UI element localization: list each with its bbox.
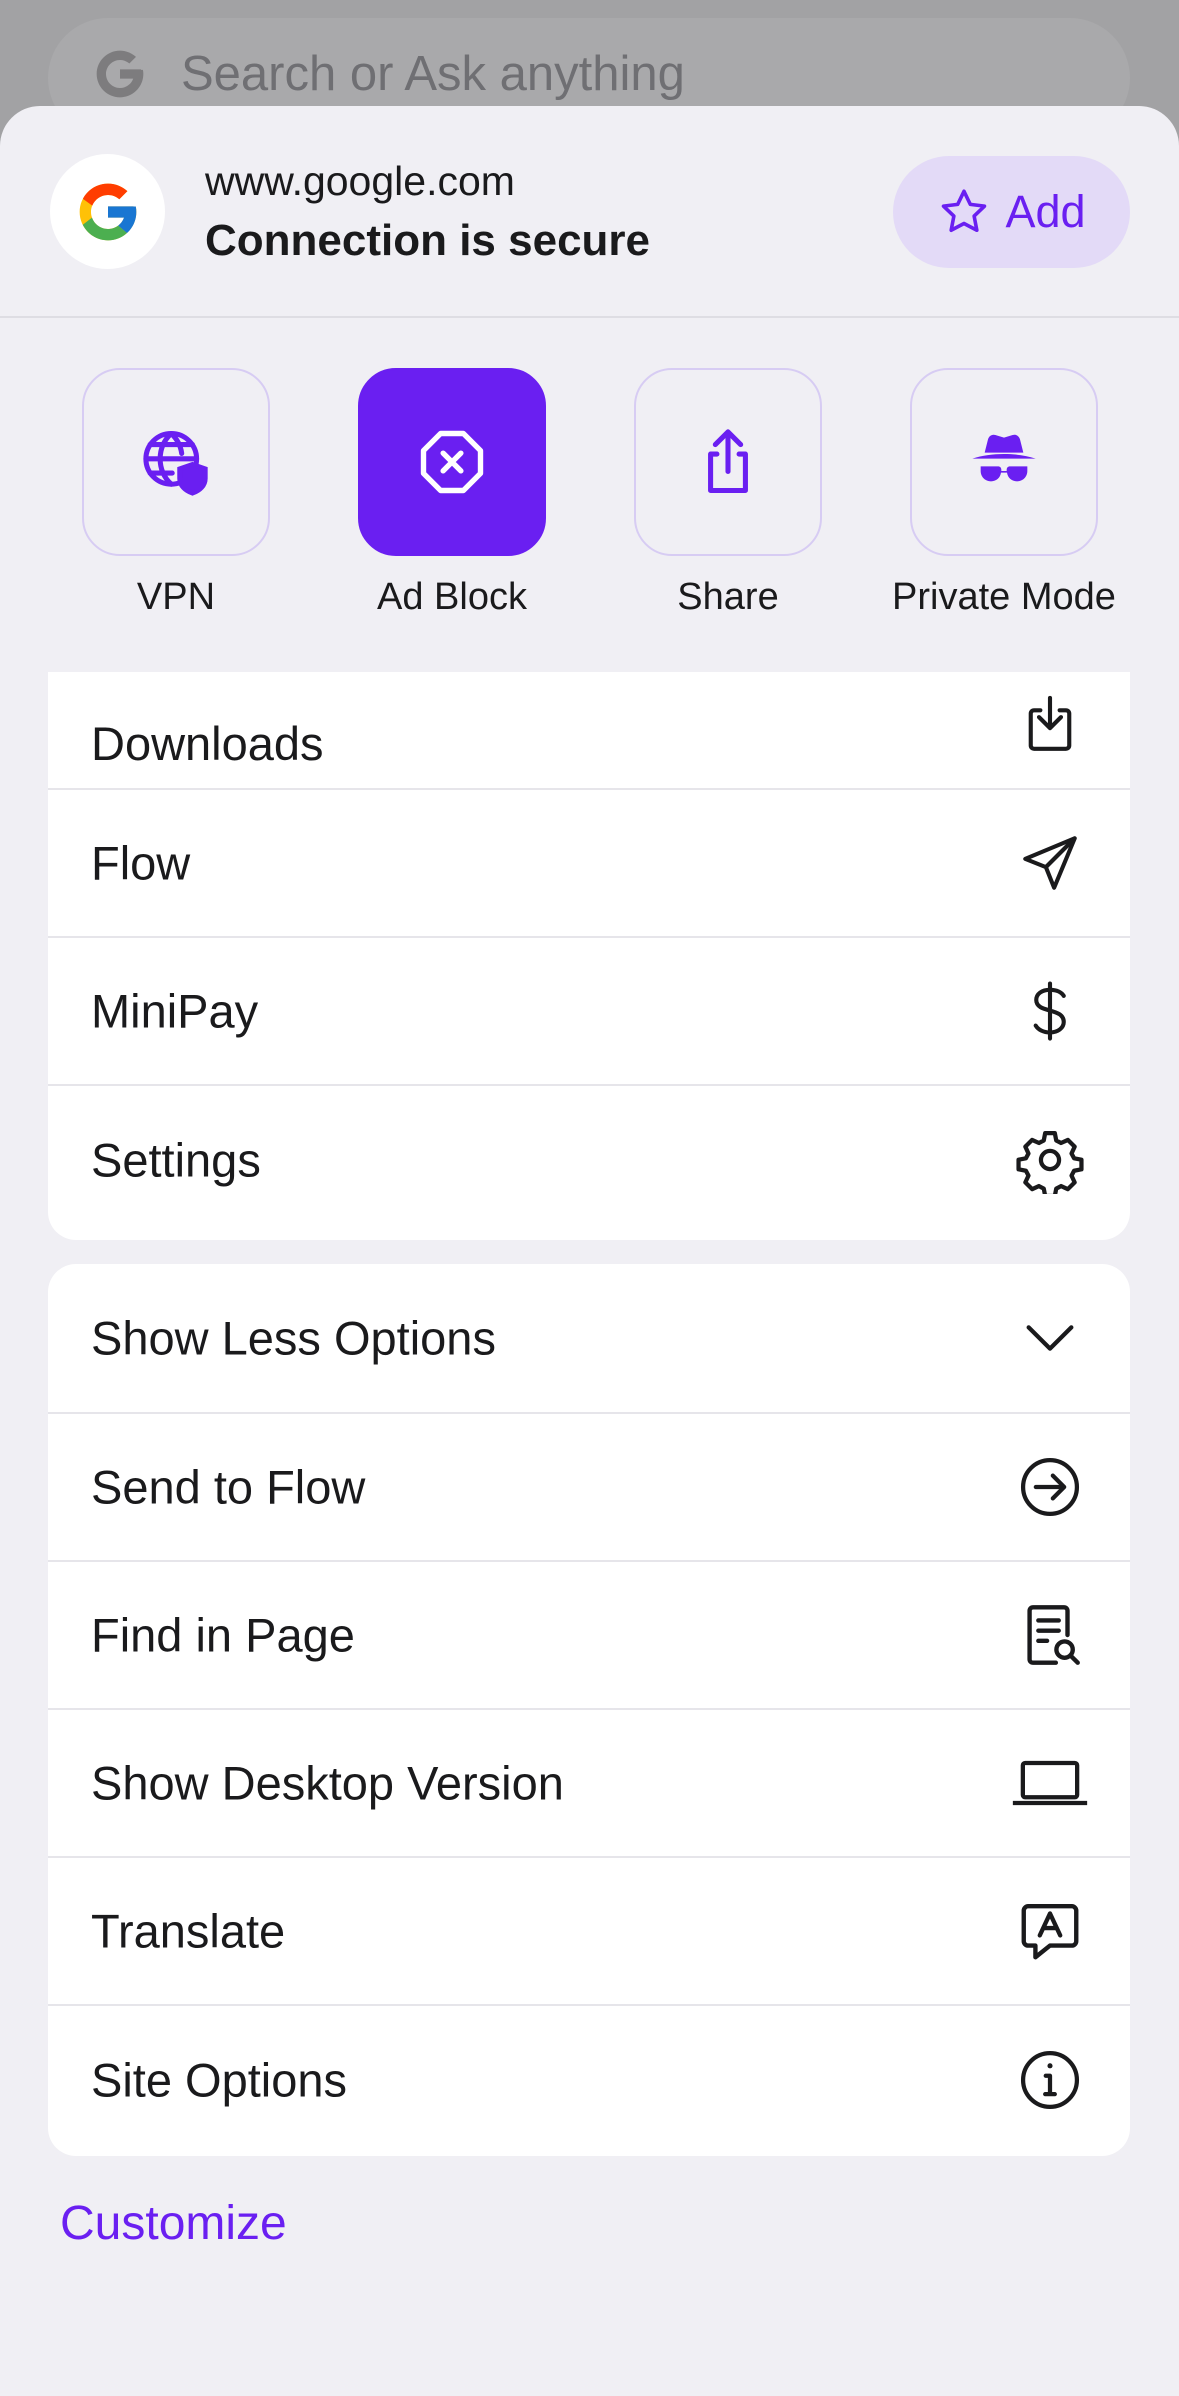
menu-item-label: Find in Page	[91, 1608, 355, 1662]
quick-action-label: Ad Block	[377, 576, 527, 618]
incognito-icon	[964, 422, 1044, 502]
menu-item-label: Show Less Options	[91, 1311, 496, 1365]
menu-list-primary: Downloads Flow MiniPay Settings	[48, 672, 1130, 1240]
search-placeholder: Search or Ask anything	[181, 47, 685, 101]
google-logo-icon	[92, 46, 148, 102]
site-url: www.google.com	[205, 158, 515, 204]
add-button-label: Add	[1005, 186, 1086, 237]
download-icon	[1010, 684, 1090, 764]
info-icon	[1010, 2040, 1090, 2120]
menu-item-label: Site Options	[91, 2053, 348, 2107]
google-logo-icon	[50, 154, 165, 269]
customize-link[interactable]: Customize	[60, 2196, 287, 2251]
site-menu-sheet: www.google.com Connection is secure Add …	[0, 106, 1179, 2396]
menu-item-label: Downloads	[91, 717, 324, 770]
ad-block-button[interactable]	[358, 368, 546, 556]
laptop-icon	[1010, 1743, 1090, 1823]
menu-item-label: Translate	[91, 1904, 286, 1958]
private-mode-button[interactable]	[910, 368, 1098, 556]
quick-action-share[interactable]: Share	[590, 368, 866, 619]
menu-item-label: Show Desktop Version	[91, 1756, 564, 1810]
site-header: www.google.com Connection is secure Add	[0, 106, 1179, 318]
menu-list-more: Show Less Options Send to Flow Find in P…	[48, 1264, 1130, 2156]
ad-block-icon	[414, 424, 490, 500]
star-icon	[937, 185, 991, 239]
menu-item-flow[interactable]: Flow	[48, 790, 1130, 938]
add-bookmark-button[interactable]: Add	[893, 156, 1130, 268]
quick-action-ad-block[interactable]: Ad Block	[314, 368, 590, 619]
quick-action-label: Share	[677, 576, 779, 618]
chevron-down-icon	[1010, 1298, 1090, 1378]
menu-item-site-options[interactable]: Site Options	[48, 2006, 1130, 2154]
menu-item-label: Flow	[91, 836, 191, 890]
find-document-icon	[1010, 1595, 1090, 1675]
menu-item-translate[interactable]: Translate	[48, 1858, 1130, 2006]
menu-item-find-in-page[interactable]: Find in Page	[48, 1562, 1130, 1710]
quick-action-label: VPN	[136, 576, 216, 618]
menu-item-label: Send to Flow	[91, 1460, 366, 1514]
connection-status: Connection is secure	[205, 216, 651, 265]
quick-action-vpn[interactable]: VPN	[38, 368, 314, 619]
arrow-circle-icon	[1010, 1447, 1090, 1527]
dollar-icon	[1010, 971, 1090, 1051]
menu-item-minipay[interactable]: MiniPay	[48, 938, 1130, 1086]
menu-item-settings[interactable]: Settings	[48, 1086, 1130, 1234]
translate-icon	[1010, 1891, 1090, 1971]
menu-item-label: MiniPay	[91, 984, 259, 1038]
quick-action-label: Private Mode	[892, 576, 1116, 618]
menu-item-show-less-options[interactable]: Show Less Options	[48, 1264, 1130, 1414]
menu-item-downloads[interactable]: Downloads	[48, 672, 1130, 790]
gear-icon	[1010, 1120, 1090, 1200]
quick-action-private-mode[interactable]: Private Mode	[866, 368, 1142, 619]
menu-item-send-to-flow[interactable]: Send to Flow	[48, 1414, 1130, 1562]
menu-item-show-desktop-version[interactable]: Show Desktop Version	[48, 1710, 1130, 1858]
share-icon	[690, 424, 766, 500]
share-button[interactable]	[634, 368, 822, 556]
vpn-button[interactable]	[82, 368, 270, 556]
menu-item-label: Settings	[91, 1133, 261, 1187]
globe-shield-icon	[138, 424, 214, 500]
send-icon	[1010, 823, 1090, 903]
